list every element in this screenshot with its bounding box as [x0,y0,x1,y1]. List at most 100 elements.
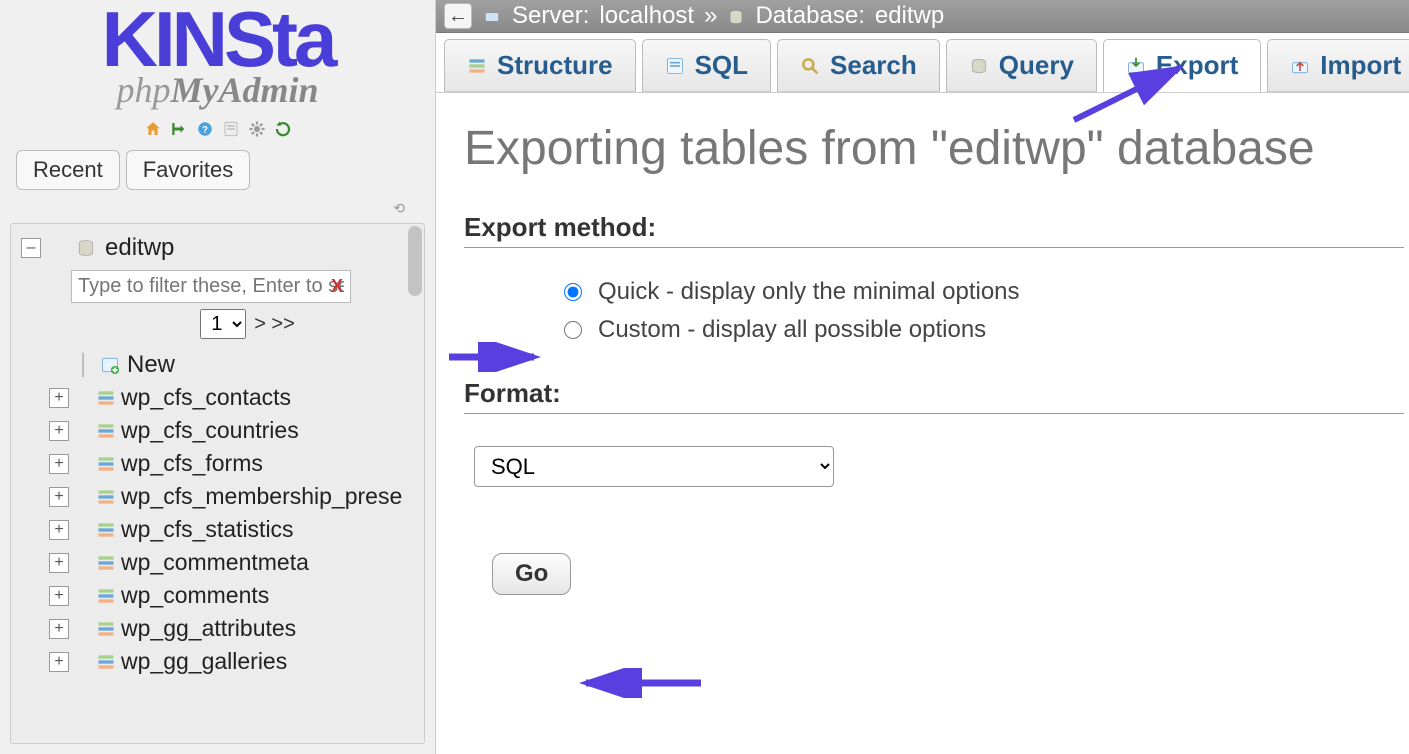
database-name[interactable]: editwp [105,234,174,262]
annotation-arrow-go [576,668,706,698]
tab-bar: Structure SQL Search Query Export Import [436,33,1409,93]
table-icon [95,618,117,640]
tab-import[interactable]: Import [1267,39,1409,92]
tab-search[interactable]: Search [777,39,940,92]
database-icon [75,237,97,259]
breadcrumb-sep: » [704,2,717,30]
server-icon [482,2,502,30]
next-pages-link[interactable]: > >> [254,313,295,336]
table-row[interactable]: + wp_commentmeta [15,546,420,579]
database-icon [727,2,745,30]
favorites-button[interactable]: Favorites [126,150,250,190]
sql-icon[interactable] [220,118,242,140]
table-name[interactable]: wp_cfs_membership_prese [121,483,402,510]
import-icon [1290,56,1310,76]
filter-tables-input[interactable] [71,270,351,303]
new-table-link[interactable]: New [127,351,175,379]
new-table-icon [99,354,121,376]
svg-text:?: ? [202,125,208,136]
export-method-label: Export method: [464,212,1404,248]
tab-label: Search [830,50,917,81]
page-title: Exporting tables from "editwp" database [464,121,1404,176]
help-icon[interactable]: ? [194,118,216,140]
gear-icon[interactable] [246,118,268,140]
expand-icon[interactable]: + [49,388,69,408]
table-name[interactable]: wp_cfs_countries [121,417,299,444]
table-icon [95,420,117,442]
table-row[interactable]: + wp_cfs_membership_prese [15,480,420,513]
tab-query[interactable]: Query [946,39,1097,92]
format-select[interactable]: SQL [474,446,834,487]
table-icon [95,552,117,574]
breadcrumb-server-label: Server: [512,2,589,30]
table-icon [95,387,117,409]
table-row[interactable]: + wp_gg_attributes [15,612,420,645]
page-select[interactable]: 1 [200,309,246,339]
go-button[interactable]: Go [492,553,571,595]
tab-label: Export [1156,50,1238,81]
table-row[interactable]: + wp_comments [15,579,420,612]
breadcrumb-server-name[interactable]: localhost [599,2,694,30]
format-label: Format: [464,378,1404,414]
expand-icon[interactable]: + [49,520,69,540]
search-icon [800,56,820,76]
home-icon[interactable] [142,118,164,140]
reload-icon[interactable] [272,118,294,140]
radio-quick[interactable] [564,283,582,301]
breadcrumb-db-name[interactable]: editwp [875,2,944,30]
radio-custom-label: Custom - display all possible options [598,316,986,344]
structure-icon [467,56,487,76]
table-row[interactable]: + wp_cfs_countries [15,414,420,447]
table-row[interactable]: + wp_cfs_forms [15,447,420,480]
tab-export[interactable]: Export [1103,39,1261,92]
expand-icon[interactable]: + [49,421,69,441]
query-icon [969,56,989,76]
kinsta-logo: KINSta [0,6,435,72]
table-icon [95,585,117,607]
back-button[interactable]: ← [444,3,472,29]
breadcrumb: ← Server: localhost » Database: editwp [436,0,1409,33]
table-icon [95,486,117,508]
clear-filter-icon[interactable]: X [331,276,343,297]
tab-label: Query [999,50,1074,81]
collapse-db-icon[interactable]: – [21,238,41,258]
tab-label: Structure [497,50,613,81]
table-row[interactable]: + wp_cfs_contacts [15,381,420,414]
export-method-quick[interactable]: Quick - display only the minimal options [564,278,1404,306]
expand-icon[interactable]: + [49,586,69,606]
radio-quick-label: Quick - display only the minimal options [598,278,1020,306]
sidebar-icon-toolbar: ? [0,112,435,150]
table-name[interactable]: wp_gg_attributes [121,615,296,642]
table-row[interactable]: + wp_cfs_statistics [15,513,420,546]
table-icon [95,651,117,673]
expand-icon[interactable]: + [49,652,69,672]
logout-icon[interactable] [168,118,190,140]
phpmyadmin-logo: phpMyAdmin [0,72,435,108]
expand-icon[interactable]: + [49,454,69,474]
expand-icon[interactable]: + [49,619,69,639]
table-icon [95,519,117,541]
expand-icon[interactable]: + [49,487,69,507]
table-name[interactable]: wp_cfs_contacts [121,384,291,411]
tab-label: Import [1320,50,1401,81]
table-icon [95,453,117,475]
tab-structure[interactable]: Structure [444,39,636,92]
recent-button[interactable]: Recent [16,150,120,190]
sql-tab-icon [665,56,685,76]
radio-custom[interactable] [564,321,582,339]
table-name[interactable]: wp_commentmeta [121,549,309,576]
tab-sql[interactable]: SQL [642,39,771,92]
table-name[interactable]: wp_cfs_statistics [121,516,294,543]
expand-icon[interactable]: + [49,553,69,573]
tree-scrollbar[interactable] [408,226,422,296]
logo-block: KINSta phpMyAdmin [0,0,435,112]
table-name[interactable]: wp_cfs_forms [121,450,263,477]
collapse-panel-icon[interactable]: ⟲ [0,200,435,223]
export-icon [1126,56,1146,76]
table-name[interactable]: wp_gg_galleries [121,648,287,675]
export-method-custom[interactable]: Custom - display all possible options [564,316,1404,344]
table-row[interactable]: + wp_gg_galleries [15,645,420,678]
breadcrumb-db-label: Database: [755,2,864,30]
tab-label: SQL [695,50,748,81]
table-name[interactable]: wp_comments [121,582,269,609]
